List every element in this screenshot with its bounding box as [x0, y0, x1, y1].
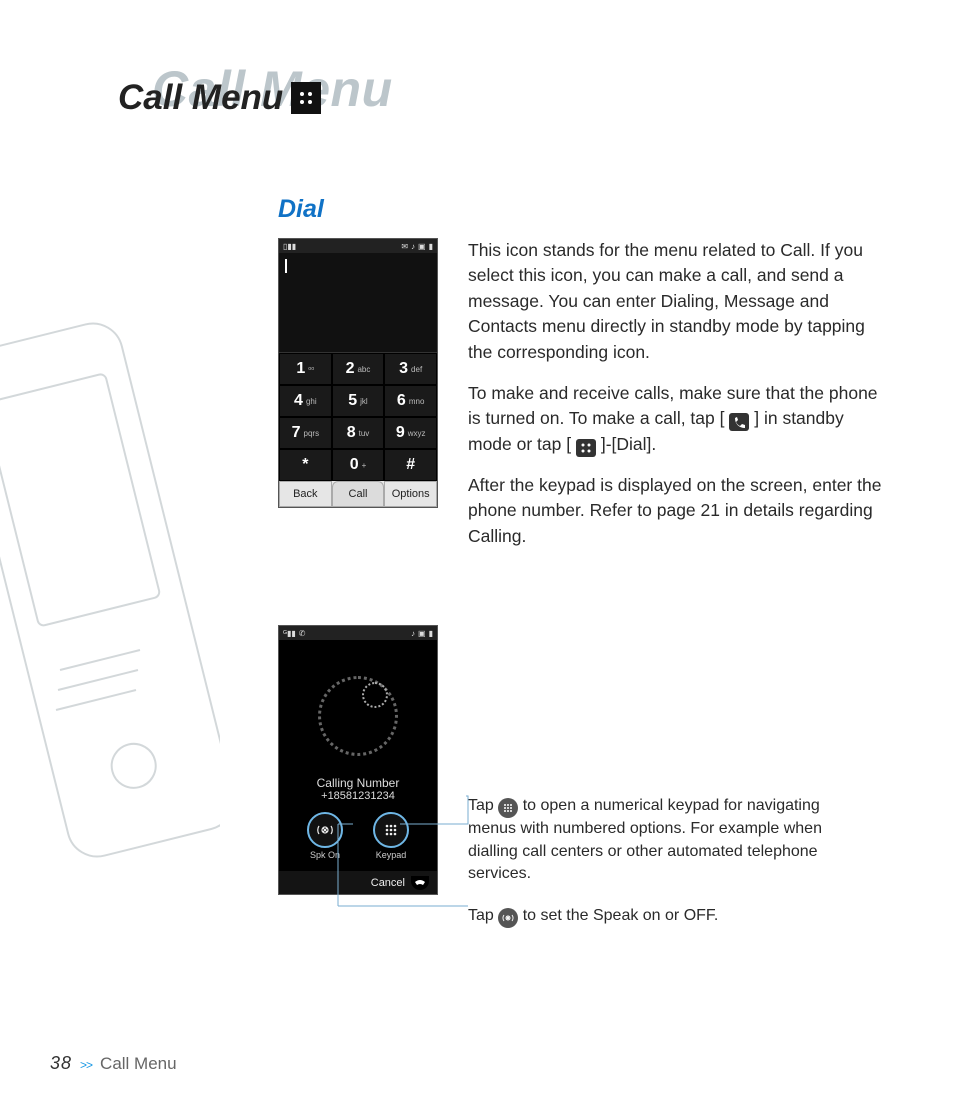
page-footer: 38 >> Call Menu — [50, 1053, 177, 1074]
net-icon: ▣ — [418, 629, 426, 638]
menu-grid-icon — [291, 82, 321, 114]
key-0[interactable]: 0+ — [332, 449, 385, 481]
signal-icon: ᴳ▮▮ — [283, 629, 296, 638]
text-cursor — [285, 259, 287, 273]
status-bar-2: ᴳ▮▮✆ ♪▣▮ — [279, 626, 437, 640]
paragraph-1: This icon stands for the menu related to… — [468, 238, 884, 365]
softkey-call[interactable]: Call — [332, 481, 385, 507]
softkey-bar: Back Call Options — [279, 481, 437, 507]
ring-inner-decoration — [362, 682, 388, 708]
key-6[interactable]: 6mno — [384, 385, 437, 417]
key-1[interactable]: 1ᵒᵒ — [279, 353, 332, 385]
status-bar: ▯▮▮ ✉ ♪ ▣ ▮ — [279, 239, 437, 253]
screenshot-dialpad: ▯▮▮ ✉ ♪ ▣ ▮ 1ᵒᵒ 2abc 3def 4ghi 5j — [278, 238, 438, 508]
key-4[interactable]: 4ghi — [279, 385, 332, 417]
number-display — [279, 253, 437, 353]
msg-icon: ✉ — [401, 242, 408, 251]
calling-label: Calling Number — [317, 776, 400, 790]
speaker-toggle-button[interactable]: Spk On — [303, 812, 347, 860]
key-star[interactable]: * — [279, 449, 332, 481]
page-title-text: Call Menu — [118, 78, 283, 118]
calling-area: Calling Number +18581231234 Spk On — [279, 640, 437, 870]
phone-status-icon: ✆ — [299, 629, 306, 638]
section-heading-dial: Dial — [278, 195, 884, 224]
signal-icon: ▯▮▮ — [283, 242, 296, 251]
body-text: This icon stands for the menu related to… — [468, 238, 884, 565]
chevron-icon: >> — [80, 1058, 92, 1072]
key-3[interactable]: 3def — [384, 353, 437, 385]
sound-icon: ♪ — [411, 629, 415, 638]
calling-number: +18581231234 — [321, 790, 395, 802]
end-call-icon[interactable] — [411, 876, 429, 890]
keypad-label: Keypad — [376, 850, 407, 860]
key-5[interactable]: 5jkl — [332, 385, 385, 417]
key-9[interactable]: 9wxyz — [384, 417, 437, 449]
paragraph-3: After the keypad is displayed on the scr… — [468, 473, 884, 549]
net-icon: ▣ — [418, 242, 426, 251]
phone-outline-decoration — [0, 300, 220, 900]
speaker-label: Spk On — [310, 850, 340, 860]
keypad-icon — [373, 812, 409, 848]
key-hash[interactable]: # — [384, 449, 437, 481]
page-title: Call Menu — [118, 78, 321, 118]
softkey-back[interactable]: Back — [279, 481, 332, 507]
keypad-icon — [498, 798, 518, 818]
phone-icon — [729, 413, 749, 431]
speaker-icon — [307, 812, 343, 848]
key-8[interactable]: 8tuv — [332, 417, 385, 449]
speaker-icon — [498, 908, 518, 928]
tip-keypad: Tap to open a numerical keypad for navig… — [468, 795, 848, 885]
page-number: 38 — [50, 1053, 72, 1074]
softkey-options[interactable]: Options — [384, 481, 437, 507]
battery-icon: ▮ — [429, 629, 433, 638]
sound-icon: ♪ — [411, 242, 415, 251]
screenshot-calling: ᴳ▮▮✆ ♪▣▮ Calling Number +18581231234 Spk… — [278, 625, 438, 895]
key-7[interactable]: 7pqrs — [279, 417, 332, 449]
menu-grid-icon — [576, 439, 596, 457]
keypad-open-button[interactable]: Keypad — [369, 812, 413, 860]
cancel-label[interactable]: Cancel — [371, 877, 405, 889]
battery-icon: ▮ — [429, 242, 433, 251]
footer-section: Call Menu — [100, 1054, 177, 1074]
tip-speaker: Tap to set the Speak on or OFF. — [468, 905, 848, 928]
key-2[interactable]: 2abc — [332, 353, 385, 385]
cancel-bar: Cancel — [279, 870, 437, 894]
keypad: 1ᵒᵒ 2abc 3def 4ghi 5jkl 6mno 7pqrs 8tuv … — [279, 353, 437, 481]
paragraph-2: To make and receive calls, make sure tha… — [468, 381, 884, 457]
